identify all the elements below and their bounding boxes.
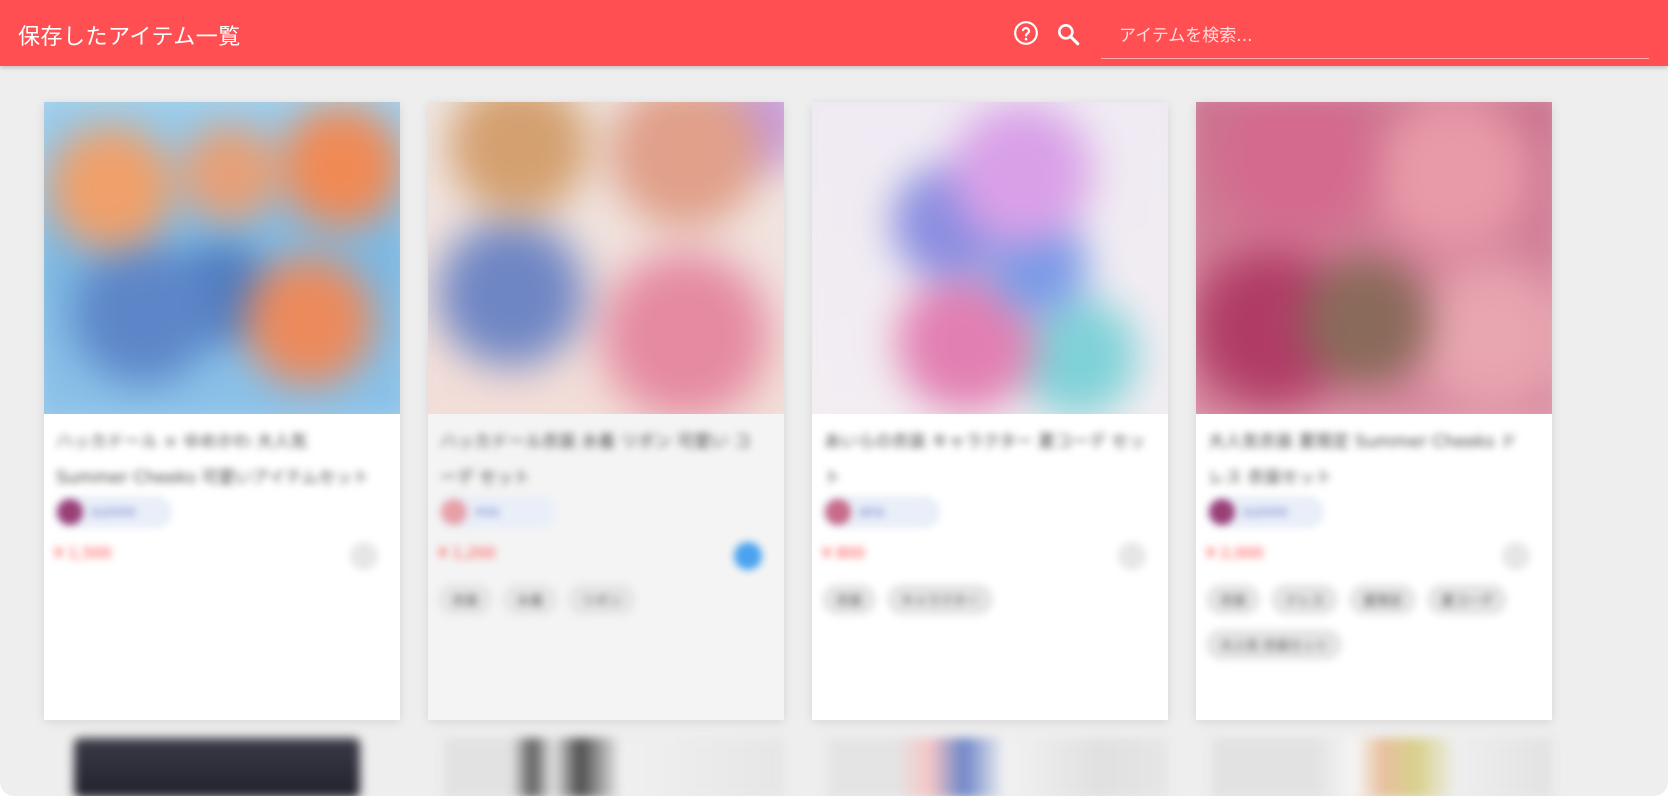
favorite-button[interactable] xyxy=(350,542,378,570)
item-info: 大人気衣装 夏限定 Summer Cheeks ドレス 衣装セット sumire… xyxy=(1196,414,1552,720)
item-thumbnail[interactable] xyxy=(74,738,360,796)
item-title: 大人気衣装 夏限定 Summer Cheeks ドレス 衣装セット xyxy=(1208,432,1518,488)
item-thumbnail xyxy=(44,102,400,414)
item-card[interactable]: 大人気衣装 夏限定 Summer Cheeks ドレス 衣装セット sumire… xyxy=(1196,102,1552,720)
tag-chip[interactable]: ドレス xyxy=(1271,584,1339,615)
tag-chip[interactable]: 衣装 xyxy=(438,584,493,615)
item-info: あいらの衣装 キャラクター 夏コーデ セット aira ¥ 800 衣装 キャラ… xyxy=(812,414,1168,720)
avatar xyxy=(441,499,467,525)
item-card[interactable]: ハッカドール衣装 水着 リボン 可愛い コーデ セット mio ¥ 1,200 … xyxy=(428,102,784,720)
page-title: 保存したアイテム一覧 xyxy=(18,25,241,50)
author-chip[interactable]: sumire xyxy=(1206,496,1324,528)
item-title: あいらの衣装 キャラクター 夏コーデ セット xyxy=(824,432,1146,488)
author-chip[interactable]: sumire xyxy=(54,496,172,528)
author-name: mio xyxy=(475,504,500,520)
tag-chip[interactable]: 水着 xyxy=(503,584,558,615)
item-thumbnail xyxy=(812,102,1168,414)
tag-chip[interactable]: キャラクター xyxy=(887,584,993,615)
tag-chip[interactable]: 夏限定 xyxy=(1349,584,1417,615)
item-card[interactable]: あいらの衣装 キャラクター 夏コーデ セット aira ¥ 800 衣装 キャラ… xyxy=(812,102,1168,720)
avatar xyxy=(825,499,851,525)
item-thumbnail[interactable] xyxy=(1212,738,1552,796)
item-price: ¥ 2,000 xyxy=(1206,544,1264,562)
author-name: sumire xyxy=(1243,504,1288,520)
author-chip[interactable]: aira xyxy=(822,496,940,528)
help-circle-icon[interactable] xyxy=(1013,20,1039,46)
item-price: ¥ 1,500 xyxy=(54,544,112,562)
search-input[interactable] xyxy=(1101,14,1649,58)
item-title: ハッカドール × ゆめかわ 大人気 Summer Cheeks 可愛いアイテムセ… xyxy=(56,432,370,488)
favorite-button[interactable] xyxy=(734,542,762,570)
avatar xyxy=(1209,499,1235,525)
tag-list: 衣装 水着 リボン xyxy=(438,584,768,629)
item-info: ハッカドール × ゆめかわ 大人気 Summer Cheeks 可愛いアイテムセ… xyxy=(44,414,400,720)
next-row-thumbnails xyxy=(44,738,1624,796)
tag-chip[interactable]: 大人気 衣装セット xyxy=(1206,629,1343,660)
tag-chip[interactable]: リボン xyxy=(568,584,636,615)
item-title: ハッカドール衣装 水着 リボン 可愛い コーデ セット xyxy=(440,432,751,488)
tag-chip[interactable]: 衣装 xyxy=(1206,584,1261,615)
app-bar: 保存したアイテム一覧 xyxy=(0,0,1668,66)
tag-chip[interactable]: 衣装 xyxy=(822,584,877,615)
avatar xyxy=(57,499,83,525)
item-grid: ハッカドール × ゆめかわ 大人気 Summer Cheeks 可愛いアイテムセ… xyxy=(44,102,1624,796)
author-name: sumire xyxy=(91,504,136,520)
favorite-button[interactable] xyxy=(1502,542,1530,570)
item-card[interactable]: ハッカドール × ゆめかわ 大人気 Summer Cheeks 可愛いアイテムセ… xyxy=(44,102,400,720)
item-info: ハッカドール衣装 水着 リボン 可愛い コーデ セット mio ¥ 1,200 … xyxy=(428,414,784,720)
author-chip[interactable]: mio xyxy=(438,496,556,528)
search-icon[interactable] xyxy=(1055,21,1081,47)
item-thumbnail xyxy=(428,102,784,414)
favorite-button[interactable] xyxy=(1118,542,1146,570)
item-price: ¥ 800 xyxy=(822,544,865,562)
item-price: ¥ 1,200 xyxy=(438,544,496,562)
search-field[interactable] xyxy=(1101,14,1649,59)
app-window: 保存したアイテム一覧 ハッカドール × ゆめかわ 大人気 Summer Chee… xyxy=(0,0,1668,796)
author-name: aira xyxy=(859,504,884,520)
item-thumbnail xyxy=(1196,102,1552,414)
item-thumbnail[interactable] xyxy=(444,738,784,796)
tag-list: 衣装 キャラクター xyxy=(822,584,1152,629)
tag-list: 衣装 ドレス 夏限定 夏コーデ 大人気 衣装セット xyxy=(1206,584,1536,674)
item-thumbnail[interactable] xyxy=(828,738,1168,796)
tag-chip[interactable]: 夏コーデ xyxy=(1427,584,1508,615)
